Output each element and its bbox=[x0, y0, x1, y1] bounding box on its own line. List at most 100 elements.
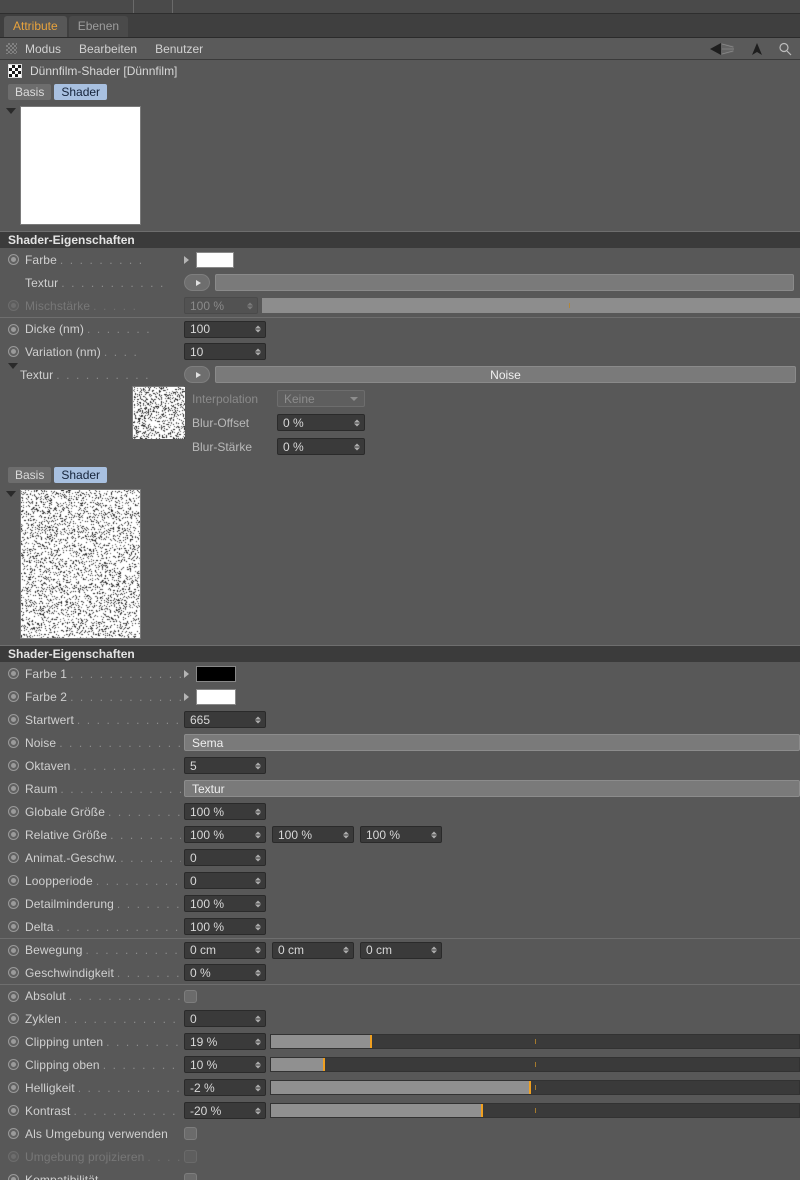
zyklen-stepper[interactable] bbox=[255, 1015, 261, 1022]
subtab-basis[interactable]: Basis bbox=[8, 84, 52, 100]
textur-noise-menu-button[interactable] bbox=[184, 366, 210, 383]
noise-subtab-basis[interactable]: Basis bbox=[8, 467, 52, 483]
animation-track-icon[interactable] bbox=[8, 1059, 19, 1070]
noise-dropdown[interactable]: Sema bbox=[184, 734, 800, 751]
kontrast-stepper[interactable] bbox=[255, 1107, 261, 1114]
menu-item-bearbeiten[interactable]: Bearbeiten bbox=[79, 42, 137, 56]
clipping-unten-slider[interactable] bbox=[270, 1034, 800, 1049]
subtab-shader[interactable]: Shader bbox=[54, 84, 108, 100]
tab-ebenen[interactable]: Ebenen bbox=[68, 16, 129, 37]
oktaven-field[interactable]: 5 bbox=[184, 757, 266, 774]
blur-offset-field[interactable]: 0 % bbox=[277, 414, 365, 431]
animat-geschw-field[interactable]: 0 bbox=[184, 849, 266, 866]
bewegung-y-field[interactable]: 0 cm bbox=[272, 941, 354, 959]
blur-offset-stepper[interactable] bbox=[354, 419, 360, 426]
variation-number-field[interactable]: 10 bbox=[184, 343, 266, 360]
globale-groesse-stepper[interactable] bbox=[255, 808, 261, 815]
startwert-stepper[interactable] bbox=[255, 716, 261, 723]
animation-track-icon[interactable] bbox=[8, 1105, 19, 1116]
animation-track-icon[interactable] bbox=[8, 898, 19, 909]
noise-subtab-shader[interactable]: Shader bbox=[54, 467, 108, 483]
animation-track-icon[interactable] bbox=[8, 921, 19, 932]
farbe1-color-swatch[interactable] bbox=[196, 665, 236, 682]
helligkeit-field[interactable]: -2 % bbox=[184, 1079, 266, 1096]
textur-noise-disclosure[interactable] bbox=[8, 362, 20, 383]
detailminderung-stepper[interactable] bbox=[255, 900, 261, 907]
menu-item-modus[interactable]: Modus bbox=[25, 42, 61, 56]
dicke-number-field[interactable]: 100 bbox=[184, 320, 266, 338]
delta-field[interactable]: 100 % bbox=[184, 918, 266, 935]
animation-track-icon[interactable] bbox=[8, 829, 19, 840]
relative-groesse-x-stepper[interactable] bbox=[255, 831, 261, 838]
zyklen-field[interactable]: 0 bbox=[184, 1010, 266, 1027]
animation-track-icon[interactable] bbox=[8, 323, 19, 335]
thinfilm-preview-disclosure[interactable] bbox=[6, 106, 20, 225]
menu-item-benutzer[interactable]: Benutzer bbox=[155, 42, 203, 56]
textur-noise-slot-field[interactable]: Noise bbox=[215, 366, 796, 383]
absolut-checkbox[interactable] bbox=[184, 989, 197, 1003]
oktaven-stepper[interactable] bbox=[255, 762, 261, 769]
farbe-expand-icon[interactable] bbox=[184, 255, 189, 264]
bewegung-x-stepper[interactable] bbox=[255, 946, 261, 954]
blur-staerke-field[interactable]: 0 % bbox=[277, 438, 365, 455]
clipping-unten-field[interactable]: 19 % bbox=[184, 1033, 266, 1050]
farbe2-expand-icon[interactable] bbox=[184, 692, 189, 701]
animation-track-icon[interactable] bbox=[8, 254, 19, 265]
animation-track-icon[interactable] bbox=[8, 691, 19, 702]
animation-track-icon[interactable] bbox=[8, 1174, 19, 1180]
animation-track-icon[interactable] bbox=[8, 944, 19, 956]
animation-track-icon[interactable] bbox=[8, 1036, 19, 1047]
farbe-color-swatch[interactable] bbox=[196, 251, 234, 268]
relative-groesse-z-field[interactable]: 100 % bbox=[360, 826, 442, 843]
helligkeit-stepper[interactable] bbox=[255, 1084, 261, 1091]
farbe2-color-swatch[interactable] bbox=[196, 688, 236, 705]
animation-track-icon[interactable] bbox=[8, 714, 19, 725]
blur-staerke-stepper[interactable] bbox=[354, 443, 360, 450]
animation-track-icon[interactable] bbox=[8, 852, 19, 863]
tab-attribute[interactable]: Attribute bbox=[4, 16, 67, 37]
animation-track-icon[interactable] bbox=[8, 1082, 19, 1093]
als-umgebung-verwenden-checkbox[interactable] bbox=[184, 1127, 197, 1140]
animation-track-icon[interactable] bbox=[8, 1128, 19, 1139]
clipping-unten-stepper[interactable] bbox=[255, 1038, 261, 1045]
noise-preview-disclosure[interactable] bbox=[6, 489, 20, 639]
geschwindigkeit-field[interactable]: 0 % bbox=[184, 964, 266, 981]
search-icon[interactable] bbox=[778, 42, 792, 56]
bewegung-z-field[interactable]: 0 cm bbox=[360, 941, 442, 959]
bewegung-z-stepper[interactable] bbox=[431, 946, 437, 954]
textur-menu-button[interactable] bbox=[184, 274, 210, 291]
bewegung-y-stepper[interactable] bbox=[343, 946, 349, 954]
farbe1-expand-icon[interactable] bbox=[184, 669, 189, 678]
animation-track-icon[interactable] bbox=[8, 760, 19, 771]
clipping-oben-slider[interactable] bbox=[270, 1057, 800, 1072]
raum-dropdown[interactable]: Textur bbox=[184, 780, 800, 797]
animation-track-icon[interactable] bbox=[8, 783, 19, 794]
bewegung-x-field[interactable]: 0 cm bbox=[184, 941, 266, 959]
animation-track-icon[interactable] bbox=[8, 737, 19, 748]
variation-stepper[interactable] bbox=[255, 348, 261, 355]
animation-track-icon[interactable] bbox=[8, 668, 19, 679]
kompatibilitaet-checkbox[interactable] bbox=[184, 1173, 197, 1180]
drag-gripper-icon[interactable] bbox=[6, 43, 17, 54]
geschwindigkeit-stepper[interactable] bbox=[255, 969, 261, 976]
loopperiode-stepper[interactable] bbox=[255, 877, 261, 884]
textur-slot-field[interactable] bbox=[215, 274, 794, 291]
animation-track-icon[interactable] bbox=[8, 990, 19, 1002]
animation-track-icon[interactable] bbox=[8, 346, 19, 357]
relative-groesse-x-field[interactable]: 100 % bbox=[184, 826, 266, 843]
clipping-oben-field[interactable]: 10 % bbox=[184, 1056, 266, 1073]
up-arrow-icon[interactable] bbox=[750, 42, 764, 56]
loopperiode-field[interactable]: 0 bbox=[184, 872, 266, 889]
relative-groesse-z-stepper[interactable] bbox=[431, 831, 437, 838]
startwert-field[interactable]: 665 bbox=[184, 711, 266, 728]
animation-track-icon[interactable] bbox=[8, 875, 19, 886]
animat-geschw-stepper[interactable] bbox=[255, 854, 261, 861]
animation-track-icon[interactable] bbox=[8, 1013, 19, 1024]
delta-stepper[interactable] bbox=[255, 923, 261, 930]
back-arrow-icon[interactable] bbox=[710, 42, 736, 56]
animation-track-icon[interactable] bbox=[8, 806, 19, 817]
animation-track-icon[interactable] bbox=[8, 967, 19, 978]
mischstaerke-slider[interactable] bbox=[262, 298, 800, 313]
helligkeit-slider[interactable] bbox=[270, 1080, 800, 1095]
clipping-oben-stepper[interactable] bbox=[255, 1061, 261, 1068]
